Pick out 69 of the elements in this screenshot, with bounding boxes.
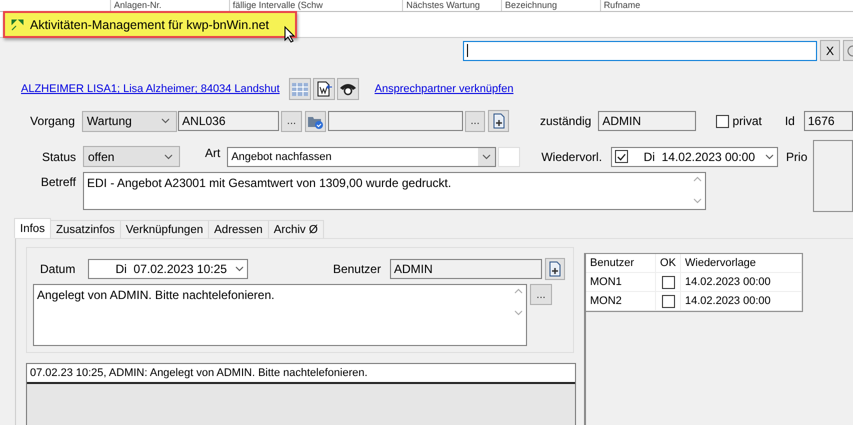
column-header[interactable]: OK xyxy=(656,254,681,272)
scrollbar-arrows-icon xyxy=(693,176,702,204)
chevron-down-icon xyxy=(482,154,492,160)
tooltip-text: Aktivitäten-Management für kwp-bnWin.net xyxy=(30,18,269,32)
field-label: Benutzer xyxy=(332,262,381,276)
table-cell: MON1 xyxy=(586,273,656,291)
mouse-cursor-icon xyxy=(284,26,296,43)
priority-box[interactable] xyxy=(813,140,853,212)
type-dropdown[interactable]: Wartung xyxy=(82,110,178,132)
status-dropdown[interactable]: offen xyxy=(83,146,180,167)
subject-field[interactable]: EDI - Angebot A23001 mit Gesamtwert von 1309,00 wurde gedruckt. xyxy=(83,172,706,210)
date-picker[interactable]: Di 07.02.2023 10:25 xyxy=(88,259,248,279)
browse-button[interactable]: ... xyxy=(464,110,486,132)
ok-checkbox[interactable] xyxy=(662,294,674,308)
category-dropdown[interactable]: Angebot nachfassen xyxy=(227,146,496,166)
chevron-down-icon xyxy=(234,266,244,272)
document-plus-icon xyxy=(492,113,505,129)
log-entry[interactable]: 07.02.23 10:25, ADMIN: Angelegt von ADMIN. Bitte nachtelefonieren. xyxy=(27,364,575,384)
field-label: Betreff xyxy=(40,175,76,189)
phone-button[interactable] xyxy=(336,78,359,100)
document-button[interactable] xyxy=(312,78,335,100)
field-label: Art xyxy=(205,146,220,160)
new-document-button[interactable] xyxy=(544,258,565,280)
table-icon xyxy=(292,82,308,96)
tab[interactable]: Archiv Ø xyxy=(268,220,324,238)
customer-link[interactable]: ALZHEIMER LISA1; Lisa Alzheimer; 84034 Landshut xyxy=(21,83,280,95)
chevron-down-icon xyxy=(164,154,173,160)
new-document-button[interactable] xyxy=(488,110,509,132)
assignee-field[interactable]: ADMIN xyxy=(598,111,696,131)
reference-field[interactable]: ANL036 xyxy=(178,111,280,131)
expand-arrows-icon xyxy=(11,18,24,30)
more-button[interactable]: ... xyxy=(530,284,552,305)
field-label: Wiedervorl. xyxy=(541,150,602,164)
field-label: Vorgang xyxy=(29,114,75,128)
text-field[interactable] xyxy=(328,111,463,131)
table-cell: 14.02.2023 00:00 xyxy=(681,273,802,291)
table-cell: 14.02.2023 00:00 xyxy=(681,292,802,310)
browse-button[interactable]: ... xyxy=(281,110,302,132)
user-field[interactable]: ADMIN xyxy=(390,259,542,279)
document-plus-icon xyxy=(548,261,561,277)
chevron-down-icon xyxy=(765,154,774,160)
date-picker[interactable]: Di 14.02.2023 00:00 xyxy=(611,146,778,166)
folder-button[interactable] xyxy=(304,110,326,132)
column-header: Rufname xyxy=(600,0,853,11)
column-header: Nächstes Wartung xyxy=(402,0,501,11)
field-label: zuständig xyxy=(540,114,592,128)
column-header[interactable]: Wiedervorlage xyxy=(681,254,802,272)
column-header[interactable]: Benutzer xyxy=(586,254,656,272)
search-field[interactable] xyxy=(463,40,817,60)
tab[interactable]: Verknüpfungen xyxy=(120,220,210,238)
id-field: 1676 xyxy=(804,111,853,131)
field-label: Id xyxy=(784,114,795,128)
note-field[interactable]: Angelegt von ADMIN. Bitte nachtelefonieren. xyxy=(33,284,527,346)
document-arrow-icon xyxy=(316,81,332,97)
contact-link[interactable]: Ansprechpartner verknüpfen xyxy=(374,83,514,95)
field-label: Status xyxy=(40,150,76,164)
tab[interactable]: Infos xyxy=(14,218,51,238)
checkbox-label: privat xyxy=(732,114,762,128)
scrollbar-arrows-icon xyxy=(514,288,523,316)
clear-button[interactable]: X xyxy=(820,40,840,61)
field-label: Prio xyxy=(786,150,808,164)
column-header: Bezeichnung xyxy=(500,0,600,11)
private-checkbox[interactable] xyxy=(716,114,728,128)
ok-checkbox[interactable] xyxy=(662,276,674,288)
field-label: Datum xyxy=(40,262,76,276)
chevron-down-icon xyxy=(161,118,170,124)
table-cell: MON2 xyxy=(586,292,656,310)
refresh-button[interactable] xyxy=(843,40,853,61)
follow-up-checkbox[interactable] xyxy=(615,150,628,163)
